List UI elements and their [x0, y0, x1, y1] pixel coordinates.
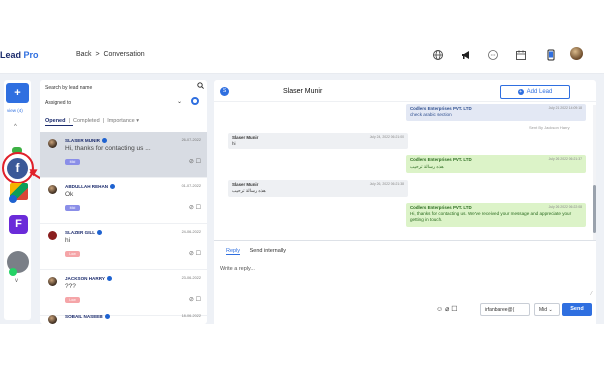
list-item[interactable]: SLASER MUNIR 26-07-2022 Hi, thanks for c… — [40, 132, 207, 178]
send-button[interactable]: Send — [562, 303, 592, 316]
lead-date: 26-07-2022 — [181, 138, 201, 142]
assigned-to-select[interactable]: Assigned to — [45, 100, 71, 106]
globe-icon[interactable] — [431, 48, 445, 62]
status-icons[interactable]: ⊘ ☐ — [189, 296, 201, 303]
message-bubble: Codlers Enterprises PVT. LTD July 26 202… — [406, 155, 586, 173]
tab-send-internally[interactable]: Send internally — [250, 248, 286, 254]
lead-message: hi — [65, 237, 71, 244]
lead-date: 23-06-2022 — [181, 276, 201, 280]
sent-by-label: Sent By Jackson Harry — [529, 125, 570, 130]
reply-input[interactable]: Write a reply... — [220, 266, 255, 272]
lead-name: ABDULLAH REHAN — [65, 184, 116, 190]
priority-badge: Low — [65, 297, 80, 303]
message-bubble: Slaser Munir July 26, 2022 06:21:38 هذه … — [228, 180, 408, 197]
facebook-icon — [106, 276, 112, 282]
attachment-icon[interactable]: ⌀ — [445, 306, 449, 313]
conversation-header: S Slaser Munir + Add Lead — [214, 80, 596, 102]
chevron-up-icon[interactable]: ^ — [14, 124, 17, 130]
breadcrumb-separator: > — [95, 51, 100, 58]
view-count-link[interactable]: view (4) — [7, 108, 23, 113]
lead-date: 01-07-2022 — [181, 184, 201, 188]
tab-opened[interactable]: Opened — [45, 118, 65, 124]
lead-message: Ok — [65, 191, 74, 198]
priority-badge: Mid — [65, 159, 80, 165]
whatsapp-icon — [9, 268, 17, 276]
chat-icon[interactable] — [486, 48, 500, 62]
avatar — [48, 315, 57, 324]
app-logo: Lead Pro — [0, 50, 39, 60]
tab-completed[interactable]: Completed — [73, 118, 100, 124]
breadcrumb: Back > Conversation — [76, 51, 145, 58]
breadcrumb-current: Conversation — [103, 51, 145, 58]
importance-filter[interactable]: Importance ▾ — [107, 118, 139, 124]
list-item[interactable]: ABDULLAH REHAN 01-07-2022 Ok Mid ⊘ ☐ — [40, 178, 207, 224]
lead-date: 18-06-2022 — [181, 314, 201, 318]
search-icon[interactable] — [197, 82, 204, 91]
list-item[interactable]: SOBAIL NASEEB 18-06-2022 — [40, 308, 207, 324]
priority-select[interactable]: Mid ⌄ — [534, 303, 560, 316]
tab-reply[interactable]: Reply — [226, 248, 241, 255]
contact-name: Slaser Munir — [283, 88, 323, 95]
message-bubble: Codlers Enterprises PVT. LTD July 26 202… — [406, 203, 586, 227]
facebook-icon — [101, 138, 107, 144]
lead-name: SLASER MUNIR — [65, 138, 107, 144]
avatar — [48, 277, 57, 286]
user-avatar[interactable] — [570, 47, 583, 60]
composer-tools: ☺ ⌀ ☐ — [436, 305, 458, 313]
status-icons[interactable]: ⊘ ☐ — [189, 158, 201, 165]
search-input[interactable]: Search by lead name — [45, 83, 203, 94]
gear-icon[interactable] — [191, 97, 199, 105]
calendar-icon[interactable] — [514, 48, 528, 62]
checkbox[interactable]: ☐ — [451, 306, 457, 313]
status-tabs: Opened | Completed | Importance ▾ — [45, 118, 139, 124]
lead-name: SLAZER GILL — [65, 230, 103, 236]
avatar — [48, 185, 57, 194]
list-item[interactable]: SLAZER GILL 24-06-2022 hi Low ⊘ ☐ — [40, 224, 207, 270]
priority-badge: Mid — [65, 205, 80, 211]
avatar — [48, 231, 57, 240]
conversation-list: Search by lead name Assigned to ⌄ Opened… — [40, 80, 207, 324]
contact-avatar: S — [220, 87, 229, 96]
megaphone-icon[interactable] — [459, 48, 473, 62]
emoji-icon[interactable]: ☺ — [436, 306, 443, 313]
scrollbar-thumb[interactable] — [593, 185, 596, 233]
plus-icon: + — [517, 89, 524, 95]
mobile-icon[interactable] — [544, 48, 558, 62]
message-bubble: Codlers Enterprises PVT. LTD July 21 202… — [406, 104, 586, 121]
lead-name: SOBAIL NASEEB — [65, 314, 110, 320]
message-bubble: Slaser Munir July 24, 2022 06:21:00 hi — [228, 133, 408, 149]
channel-rail — [4, 80, 31, 320]
lead-message: Hi, thanks for contacting us ... — [65, 145, 151, 152]
assignee-select[interactable]: irfanbaree@( — [480, 303, 530, 316]
facebook-badge-icon — [9, 195, 17, 203]
reply-composer: Reply Send internally Write a reply... ⁄… — [214, 240, 596, 324]
avatar — [48, 139, 57, 148]
resize-handle[interactable]: ⁄ — [591, 291, 592, 297]
facebook-icon — [110, 184, 116, 190]
scrollbar[interactable] — [593, 105, 596, 245]
channel-purple-icon[interactable]: F — [9, 215, 28, 234]
add-lead-button[interactable]: + Add Lead — [500, 85, 570, 99]
top-bar: Lead Pro Back > Conversation — [0, 38, 604, 74]
status-icons[interactable]: ⊘ ☐ — [189, 204, 201, 211]
status-icons[interactable]: ⊘ ☐ — [189, 250, 201, 257]
chevron-down-icon[interactable]: ⌄ — [177, 98, 182, 105]
facebook-icon — [97, 230, 103, 236]
lead-name: JACKSON HARRY — [65, 276, 112, 282]
reply-tabs: Reply Send internally — [226, 248, 286, 255]
lead-message: ??? — [65, 283, 76, 290]
facebook-icon — [104, 314, 110, 320]
app-root: Lead Pro Back > Conversation + view (4) … — [0, 0, 604, 365]
lead-date: 24-06-2022 — [181, 230, 201, 234]
active-tab-underline — [45, 125, 73, 126]
priority-badge: Low — [65, 251, 80, 257]
new-conversation-button[interactable]: + — [6, 83, 29, 103]
chevron-down-icon[interactable]: v — [15, 278, 18, 284]
back-link[interactable]: Back — [76, 51, 92, 58]
